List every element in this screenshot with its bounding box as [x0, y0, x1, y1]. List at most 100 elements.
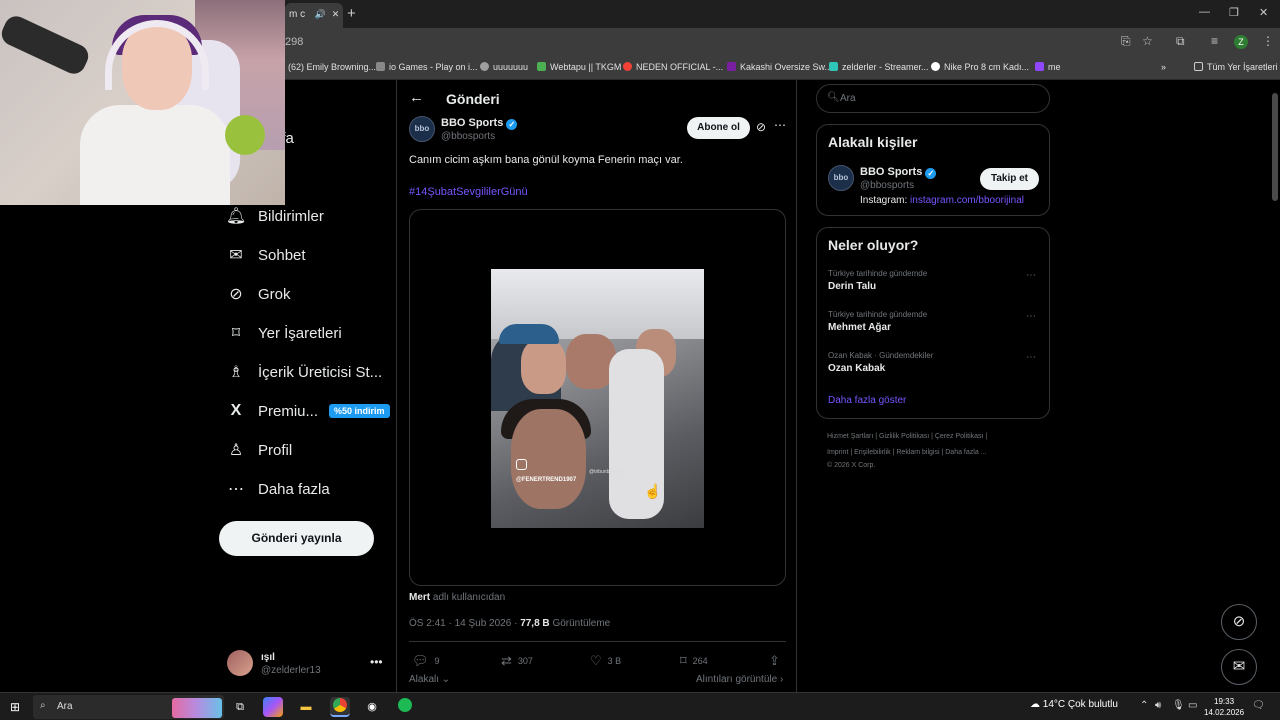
related-person-name[interactable]: BBO Sports ✓ — [860, 166, 937, 179]
more-icon[interactable]: ⋯ — [1026, 270, 1036, 281]
more-icon[interactable]: ⋯ — [1026, 352, 1036, 363]
spotify-icon[interactable] — [395, 697, 415, 717]
task-view-icon[interactable]: ⧉ — [230, 697, 250, 717]
tab-audio-icon[interactable]: 🔊 — [315, 9, 326, 20]
close-window-button[interactable]: ✕ — [1259, 6, 1268, 19]
tray-chevron-up-icon[interactable]: ⌃ — [1140, 700, 1148, 711]
bookmark-label: uuuuuuu — [493, 62, 529, 72]
messages-fab-button[interactable]: ✉ — [1221, 649, 1257, 685]
instagram-icon — [516, 459, 527, 470]
clock[interactable]: 19:33 14.02.2026 — [1204, 696, 1244, 718]
taskbar-search[interactable]: ⌕ Ara — [33, 695, 224, 719]
post-compose-button[interactable]: Gönderi yayınla — [219, 521, 374, 556]
new-tab-button[interactable]: + — [347, 5, 356, 22]
show-more-link[interactable]: Daha fazla göster — [828, 395, 906, 406]
video-player[interactable]: @FENERTREND1907 @tribunbelligan — [491, 269, 704, 528]
bio-prefix: Instagram: — [860, 195, 908, 206]
grok-fab-button[interactable]: ⊘ — [1221, 604, 1257, 640]
bookmark-item[interactable]: me — [1035, 62, 1061, 72]
bookmark-button[interactable]: ⌑ 264 — [680, 653, 708, 669]
author-handle[interactable]: @bbosports — [441, 131, 495, 142]
hashtag-link[interactable]: #14ŞubatSevgililerGünü — [409, 186, 528, 198]
nav-item-bookmarks[interactable]: ⌑ Yer İşaretleri — [227, 320, 342, 346]
video-watermark-small: @tribunbelligan — [589, 469, 624, 475]
speaker-icon[interactable]: 🔊︎ — [1155, 700, 1161, 711]
divider — [409, 641, 786, 642]
bookmark-item[interactable]: Kakashi Oversize Sw... — [727, 62, 832, 72]
all-bookmarks-folder[interactable]: Tüm Yer İşaretleri — [1194, 62, 1278, 72]
subscribe-button[interactable]: Abone ol — [687, 117, 750, 139]
related-dropdown[interactable]: Alakalı ⌄ — [409, 674, 450, 685]
nav-item-grok[interactable]: ⊘ Grok — [227, 281, 290, 307]
bookmark-item[interactable]: (62) Emily Browning... — [288, 62, 376, 72]
file-explorer-icon[interactable]: ▬ — [296, 697, 316, 717]
profile-avatar[interactable]: Z — [1234, 35, 1248, 49]
author-avatar[interactable]: bbo — [409, 116, 435, 142]
restore-button[interactable]: ❐ — [1229, 6, 1239, 19]
bookmark-item[interactable]: NEDEN OFFICIAL -... — [623, 62, 723, 72]
windows-start-icon[interactable]: ⊞ — [10, 700, 20, 714]
bookmark-favicon-icon — [1035, 62, 1044, 71]
scrollbar-thumb[interactable] — [1272, 93, 1278, 201]
more-icon[interactable]: ⋯ — [1026, 311, 1036, 322]
view-quotes-link[interactable]: Alıntıları görüntüle › — [696, 674, 783, 685]
bookmark-item[interactable]: Nike Pro 8 cm Kadı... — [931, 62, 1029, 72]
media-control-icon[interactable]: ≡ — [1211, 34, 1218, 48]
related-person-name-text: BBO Sports — [860, 166, 923, 178]
related-person-avatar[interactable]: bbo — [828, 165, 854, 191]
search-input[interactable]: Ara — [840, 93, 856, 104]
notifications-icon[interactable]: 🗨︎ — [1252, 700, 1265, 711]
follow-button[interactable]: Takip et — [980, 168, 1039, 190]
nav-item-premium[interactable]: X Premiu... %50 indirim — [227, 398, 390, 424]
tab-close-icon[interactable]: ✕ — [332, 9, 340, 20]
author-name[interactable]: BBO Sports ✓ — [441, 117, 518, 130]
more-icon[interactable]: ••• — [370, 655, 383, 669]
trend-item[interactable]: Derin Talu — [828, 281, 876, 292]
reply-attribution-name[interactable]: Mert — [409, 592, 430, 603]
like-button[interactable]: ♡ 3 B — [590, 653, 621, 669]
bookmark-star-icon[interactable]: ☆ — [1142, 34, 1153, 48]
minimize-button[interactable]: — — [1199, 6, 1210, 18]
repost-button[interactable]: ⇄ 307 — [501, 653, 533, 669]
chrome-icon[interactable] — [330, 697, 350, 717]
account-handle: @zelderler13 — [261, 665, 321, 676]
search-box[interactable]: 🔍︎ Ara — [816, 84, 1050, 113]
back-arrow-icon[interactable]: ← — [409, 89, 424, 106]
share-button[interactable]: ⇪ — [769, 653, 786, 669]
install-app-icon[interactable]: ⎘ — [1121, 34, 1131, 49]
reply-button[interactable]: 💬︎ 9 — [412, 653, 440, 669]
url-field[interactable]: 298 — [285, 36, 303, 48]
footer-links[interactable]: Hizmet Şartları | Gizlilik Politikası | … — [827, 433, 987, 440]
post-media[interactable]: @FENERTREND1907 @tribunbelligan — [409, 209, 786, 586]
browser-menu-icon[interactable]: ⋮ — [1262, 34, 1274, 48]
nav-item-profile[interactable]: ♙ Profil — [227, 437, 292, 463]
nav-item-creator-studio[interactable]: ♗ İçerik Üreticisi St... — [227, 359, 382, 385]
nav-item-chat[interactable]: ✉ Sohbet — [227, 242, 305, 268]
footer-links[interactable]: Imprint | Erişilebilirlik | Reklam bilgi… — [827, 449, 987, 456]
trend-item[interactable]: Mehmet Ağar — [828, 322, 891, 333]
nav-item-notifications[interactable]: 🔔︎ Bildirimler — [226, 203, 324, 229]
browser-tab-active[interactable]: m c 🔊 ✕ — [285, 3, 343, 28]
copilot-icon[interactable] — [263, 697, 283, 717]
display-icon[interactable]: ▭ — [1188, 700, 1197, 711]
bookmark-item[interactable]: zelderler - Streamer... — [829, 62, 929, 72]
microphone-icon[interactable]: 🎙︎ — [1172, 700, 1185, 711]
bookmark-item[interactable]: Webtapu || TKGM — [537, 62, 621, 72]
post-timestamp[interactable]: ÖS 2:41 · 14 Şub 2026 · — [409, 618, 517, 629]
more-icon[interactable]: ⋯ — [774, 118, 786, 132]
trend-item[interactable]: Ozan Kabak — [828, 363, 885, 374]
account-switcher[interactable]: ışıl @zelderler13 ••• — [227, 650, 387, 680]
bio-link[interactable]: instagram.com/bboorijinal — [910, 195, 1024, 206]
nav-item-more[interactable]: ⋯ Daha fazla — [227, 476, 330, 502]
grok-icon[interactable]: ⊘ — [756, 120, 766, 134]
obs-icon[interactable]: ◉ — [362, 697, 382, 717]
post-meta: ÖS 2:41 · 14 Şub 2026 · 77,8 B Görüntüle… — [409, 618, 610, 629]
weather-widget[interactable]: ☁ 14°C Çok bulutlu — [1030, 699, 1118, 710]
extensions-icon[interactable]: ⧉ — [1176, 34, 1185, 49]
bookmark-item[interactable]: io Games - Play on i... — [376, 62, 478, 72]
taskbar-search-input[interactable]: Ara — [57, 701, 73, 712]
views-count: 77,8 B — [520, 618, 550, 629]
reply-attribution: Mert adlı kullanıcıdan — [409, 592, 505, 603]
bookmarks-overflow-icon[interactable]: » — [1161, 62, 1166, 72]
bookmark-item[interactable]: uuuuuuu — [480, 62, 528, 72]
